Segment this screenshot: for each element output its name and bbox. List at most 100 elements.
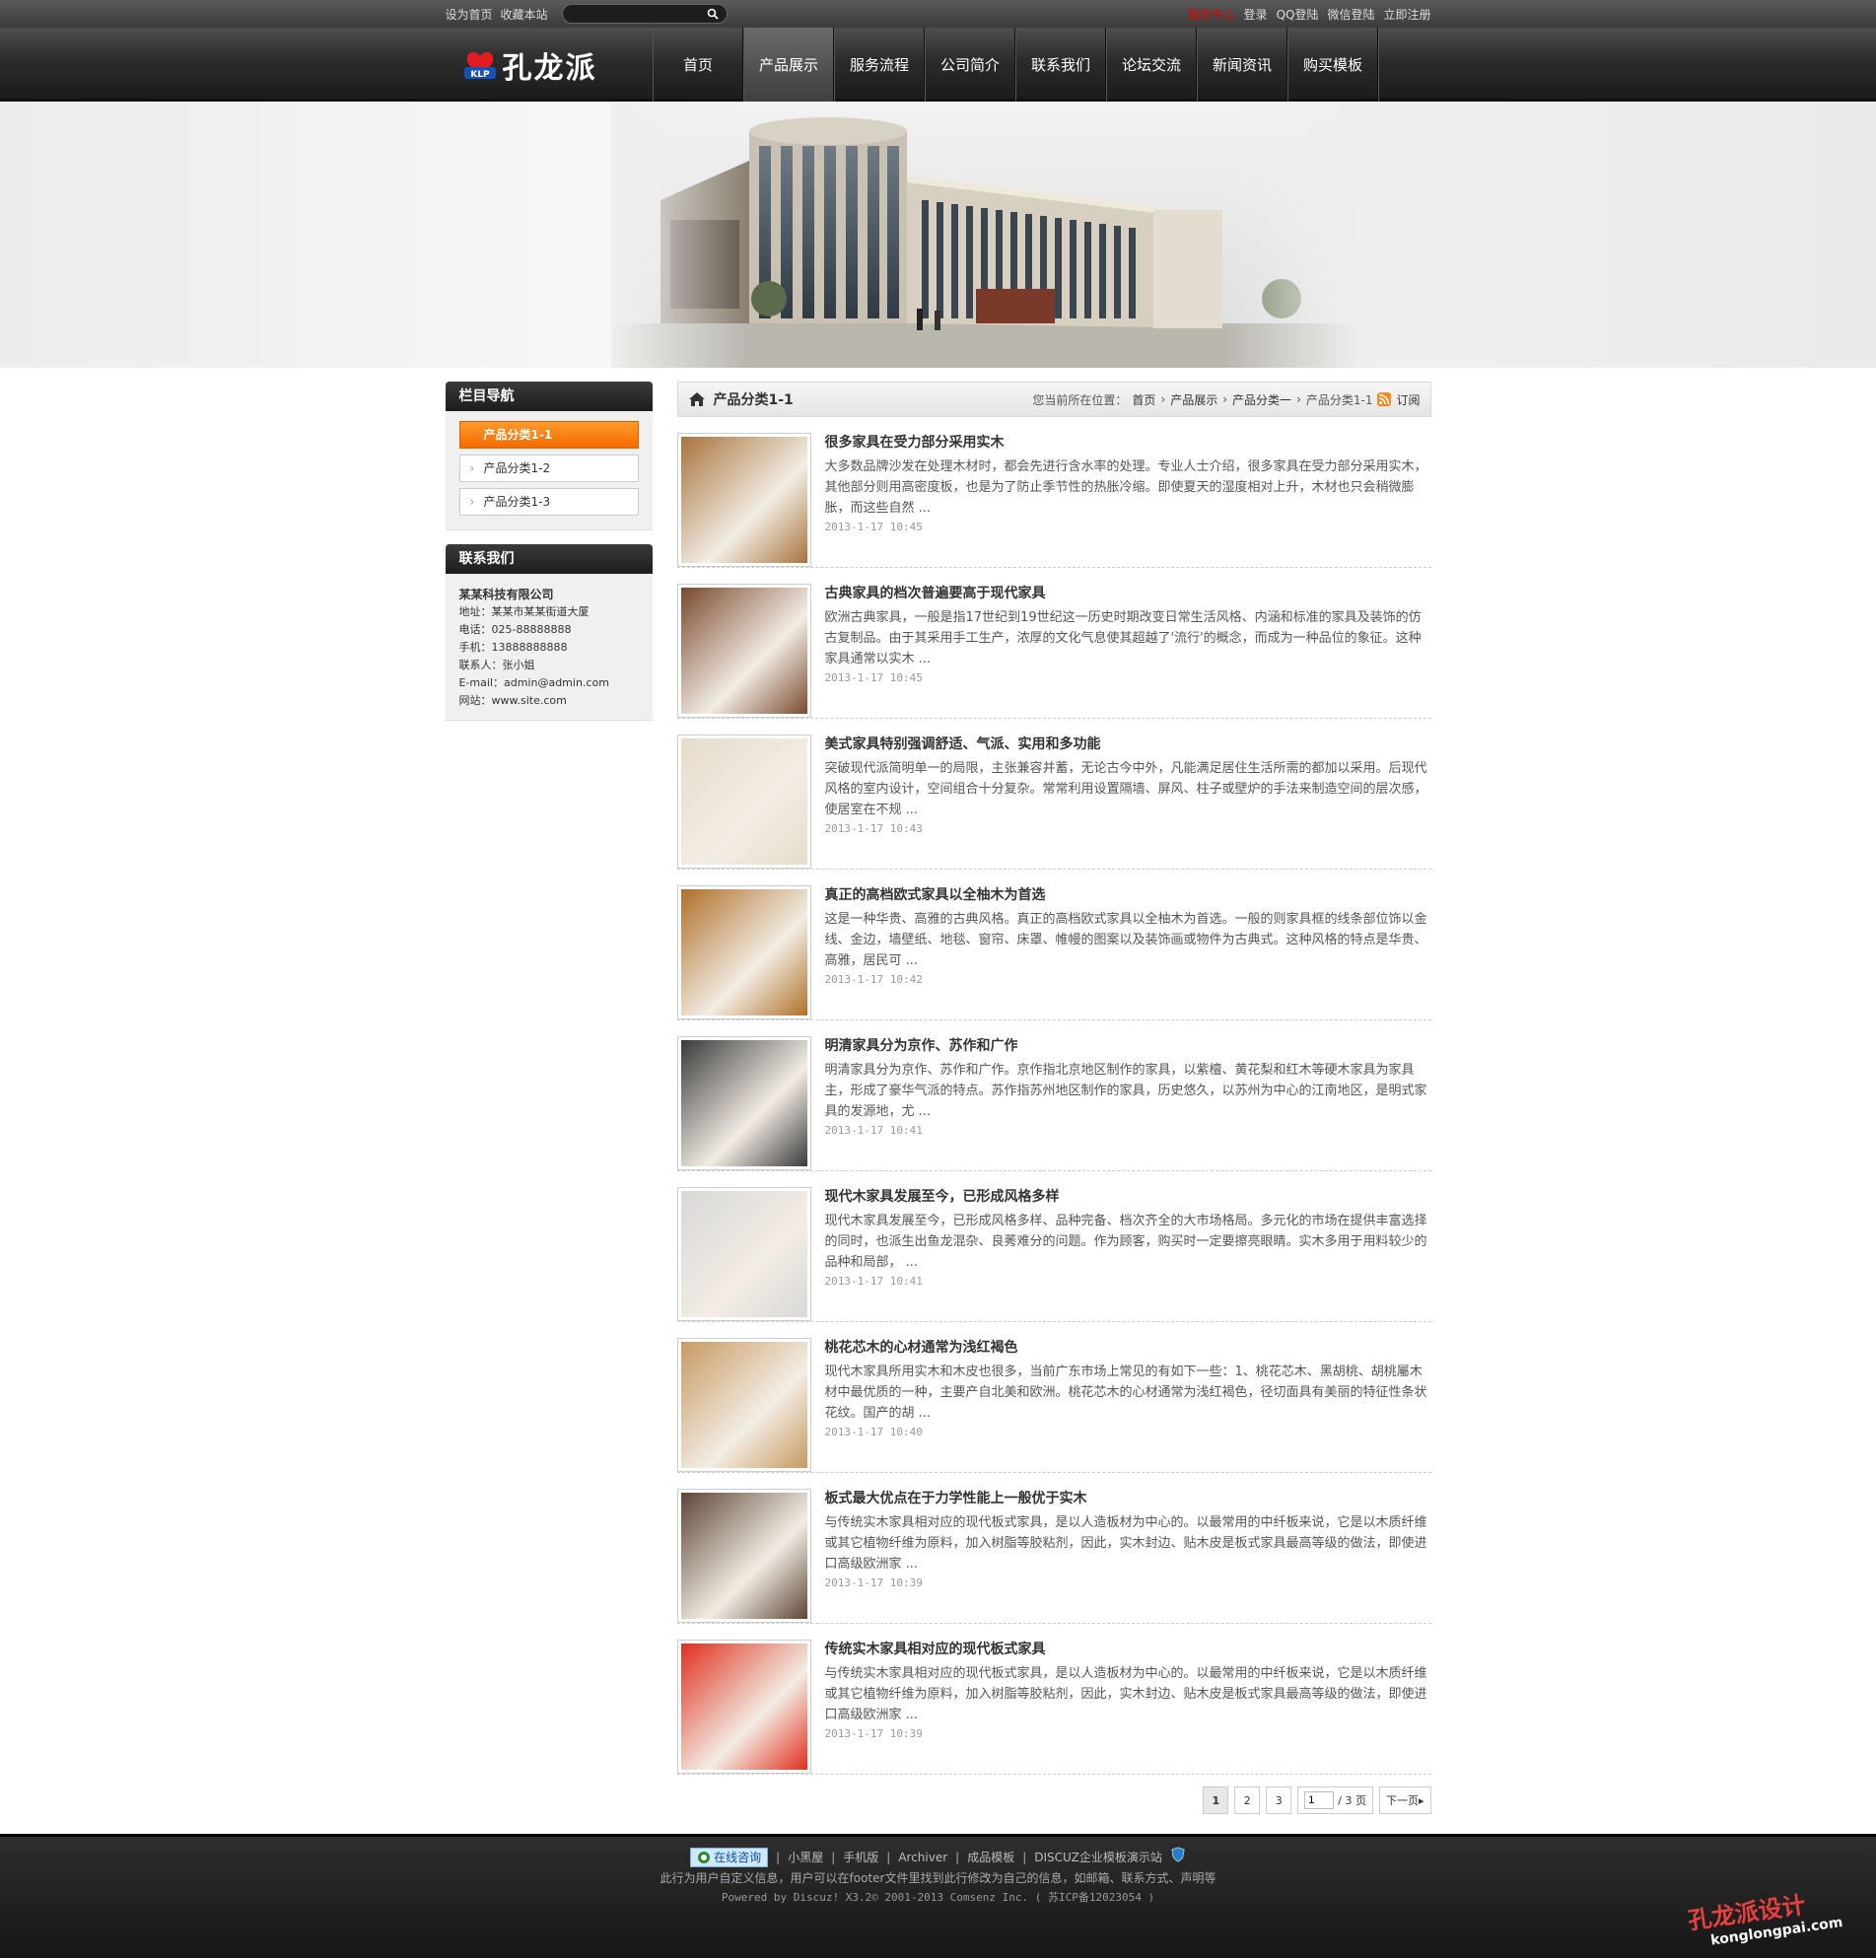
list-item: 真正的高档欧式家具以全柚木为首选 这是一种华贵、高雅的古典风格。真正的高档欧式家具…: [676, 870, 1431, 1020]
page-3-button[interactable]: 3: [1266, 1786, 1292, 1814]
article-title[interactable]: 板式最大优点在于力学性能上一般优于实木: [825, 1489, 1431, 1508]
category-list: 产品分类1-1 产品分类1-2 产品分类1-3: [446, 411, 653, 529]
footer-separator: |: [886, 1851, 891, 1864]
breadcrumb: 您当前所在位置： 首页 › 产品展示 › 产品分类一 › 产品分类1-1 订阅: [1032, 391, 1421, 408]
article-summary: 与传统实木家具相对应的现代板式家具，是以人造板材为中心的。以最常用的中纤板来说，…: [824, 1515, 1427, 1572]
list-item: 板式最大优点在于力学性能上一般优于实木与传统实木家具相对应的现代板式家具，是以人…: [676, 1473, 1431, 1624]
breadcrumb-item[interactable]: 产品展示: [1170, 391, 1217, 408]
article-title[interactable]: 真正的高档欧式家具以全柚木为首选: [825, 885, 1431, 905]
main-column: 产品分类1-1 您当前所在位置： 首页 › 产品展示 › 产品分类一 › 产品分类1-1 订阅…: [676, 382, 1431, 1814]
online-consult-label: 在线咨询: [714, 1851, 762, 1864]
article-title[interactable]: 很多家具在受力部分采用实木: [825, 433, 1431, 453]
article-summary: 欧洲古典家具，一般是指17世纪到19世纪这一历史时期改变日常生活风格、内涵和标准…: [824, 610, 1422, 666]
online-consult-button[interactable]: 在线咨询: [690, 1848, 769, 1867]
top-link-2[interactable]: QQ登陆: [1277, 6, 1319, 23]
article-title[interactable]: 古典家具的档次普遍要高于现代家具: [825, 584, 1431, 603]
article-thumbnail[interactable]: [676, 885, 811, 1019]
nav-item-6[interactable]: 新闻资讯: [1198, 28, 1288, 102]
article-thumbnail[interactable]: [676, 1489, 811, 1623]
article-thumbnail[interactable]: [676, 1187, 811, 1321]
breadcrumb-item[interactable]: 首页: [1132, 391, 1155, 408]
footer-link-0[interactable]: 小黑屋: [788, 1848, 823, 1867]
page-total: / 3 页: [1338, 1794, 1366, 1807]
article-title[interactable]: 美式家具特别强调舒适、气派、实用和多功能: [825, 735, 1431, 754]
article-thumbnail[interactable]: [676, 735, 811, 869]
article-date: 2013-1-17 10:39: [824, 1727, 923, 1740]
nav-item-7[interactable]: 购买模板: [1288, 28, 1379, 102]
article-date: 2013-1-17 10:42: [824, 973, 923, 986]
next-page-button[interactable]: 下一页 ▸: [1378, 1786, 1431, 1814]
list-item: 很多家具在受力部分采用实木 大多数品牌沙发在处理木材时，都会先进行含水率的处理。专…: [676, 417, 1431, 568]
nav-item-2[interactable]: 服务流程: [835, 28, 926, 102]
search-input[interactable]: [562, 5, 701, 23]
article-body: 传统实木家具相对应的现代板式家具 与传统实木家具相对应的现代板式家具，是以人造板材…: [825, 1640, 1431, 1765]
category-heading: 产品分类1-1: [688, 389, 794, 409]
footer-link-1[interactable]: 手机版: [843, 1848, 878, 1867]
breadcrumb-separator: ›: [1296, 392, 1301, 406]
search-icon[interactable]: [707, 8, 719, 20]
article-body: 美式家具特别强调舒适、气派、实用和多功能突破现代派简明单一的局限，主张兼容并蓄，…: [825, 735, 1431, 860]
footer-separator: |: [776, 1851, 781, 1864]
article-thumbnail[interactable]: [676, 1640, 811, 1774]
article-title[interactable]: 传统实木家具相对应的现代板式家具: [825, 1640, 1431, 1659]
article-image: [680, 1493, 807, 1619]
article-title[interactable]: 桃花芯木的心材通常为浅红褐色: [825, 1338, 1431, 1358]
article-title[interactable]: 明清家具分为京作、苏作和广作: [825, 1036, 1431, 1056]
article-title[interactable]: 现代木家具发展至今，已形成风格多样: [825, 1187, 1431, 1207]
list-item: 传统实木家具相对应的现代板式家具 与传统实木家具相对应的现代板式家具，是以人造板材…: [676, 1624, 1431, 1775]
article-body: 板式最大优点在于力学性能上一般优于实木与传统实木家具相对应的现代板式家具，是以人…: [825, 1489, 1431, 1614]
set-home-link[interactable]: 设为首页: [446, 6, 493, 23]
list-item: 明清家具分为京作、苏作和广作明清家具分为京作、苏作和广作。京作指北京地区制作的家…: [676, 1020, 1431, 1171]
breadcrumb-item[interactable]: 产品分类一: [1232, 391, 1291, 408]
top-link-0[interactable]: 我的中心: [1188, 6, 1235, 23]
footer-link-4[interactable]: DISCUZ企业模板演示站: [1034, 1848, 1162, 1867]
nav-item-1[interactable]: 产品展示: [743, 28, 835, 102]
article-thumbnail[interactable]: [676, 1338, 811, 1472]
article-image: [680, 1342, 807, 1468]
page-1-button[interactable]: 1: [1203, 1786, 1229, 1814]
nav-item-5[interactable]: 论坛交流: [1107, 28, 1198, 102]
article-body: 桃花芯木的心材通常为浅红褐色现代木家具所用实木和木皮也很多，当前广东市场上常见的…: [825, 1338, 1431, 1463]
nav-item-3[interactable]: 公司简介: [926, 28, 1016, 102]
rss-icon[interactable]: [1377, 392, 1392, 406]
site-header: KLP 孔龙派 首页 产品展示 服务流程 公司简介 联系我们 论坛交流 新闻资讯 购买模板: [0, 28, 1876, 102]
article-date: 2013-1-17 10:45: [824, 671, 923, 684]
caret-right-icon: ▸: [1418, 1793, 1424, 1807]
site-logo[interactable]: KLP 孔龙派: [446, 28, 653, 102]
chat-icon: [698, 1852, 711, 1863]
article-summary: 现代木家具所用实木和木皮也很多，当前广东市场上常见的有如下一些：1、桃花芯木、黑…: [824, 1365, 1427, 1421]
nav-item-0[interactable]: 首页: [654, 28, 744, 102]
article-date: 2013-1-17 10:40: [824, 1426, 923, 1438]
sidebar-item-2[interactable]: 产品分类1-3: [458, 488, 639, 516]
logo-heart-icon: KLP: [463, 51, 496, 80]
top-link-4[interactable]: 立即注册: [1383, 6, 1430, 23]
article-thumbnail[interactable]: [676, 584, 811, 718]
top-left-links: 设为首页 收藏本站: [446, 4, 728, 24]
sidebar-item-0[interactable]: 产品分类1-1: [458, 421, 639, 449]
article-thumbnail[interactable]: [676, 433, 811, 567]
footer-link-2[interactable]: Archiver: [898, 1848, 947, 1867]
subscribe-link[interactable]: 订阅: [1396, 391, 1420, 408]
article-date: 2013-1-17 10:45: [824, 521, 923, 533]
footer-link-3[interactable]: 成品模板: [967, 1848, 1014, 1867]
article-body: 明清家具分为京作、苏作和广作明清家具分为京作、苏作和广作。京作指北京地区制作的家…: [825, 1036, 1431, 1161]
top-link-1[interactable]: 登录: [1244, 6, 1268, 23]
article-thumbnail[interactable]: [676, 1036, 811, 1170]
bookmark-link[interactable]: 收藏本站: [501, 6, 548, 23]
footer-separator: |: [955, 1851, 960, 1864]
top-right-links: 我的中心 登录 QQ登陆 微信登陆 立即注册: [1188, 6, 1431, 23]
article-date: 2013-1-17 10:41: [824, 1275, 923, 1288]
page-jump-input[interactable]: [1304, 1791, 1335, 1809]
article-summary: 突破现代派简明单一的局限，主张兼容并蓄，无论古今中外，凡能满足居住生活所需的都加…: [824, 761, 1427, 817]
article-date: 2013-1-17 10:41: [824, 1124, 923, 1137]
article-date: 2013-1-17 10:43: [824, 822, 923, 835]
breadcrumb-prefix: 您当前所在位置：: [1032, 392, 1128, 407]
nav-item-4[interactable]: 联系我们: [1016, 28, 1107, 102]
article-image: [680, 1644, 807, 1770]
page-2-button[interactable]: 2: [1234, 1786, 1261, 1814]
sidebar-item-1[interactable]: 产品分类1-2: [458, 455, 639, 482]
article-summary: 明清家具分为京作、苏作和广作。京作指北京地区制作的家具，以紫檀、黄花梨和红木等硬…: [824, 1063, 1427, 1119]
article-body: 现代木家具发展至今，已形成风格多样 现代木家具发展至今，已形成风格多样、品种完备、…: [825, 1187, 1431, 1312]
top-link-3[interactable]: 微信登陆: [1327, 6, 1374, 23]
shield-icon[interactable]: [1170, 1847, 1186, 1868]
